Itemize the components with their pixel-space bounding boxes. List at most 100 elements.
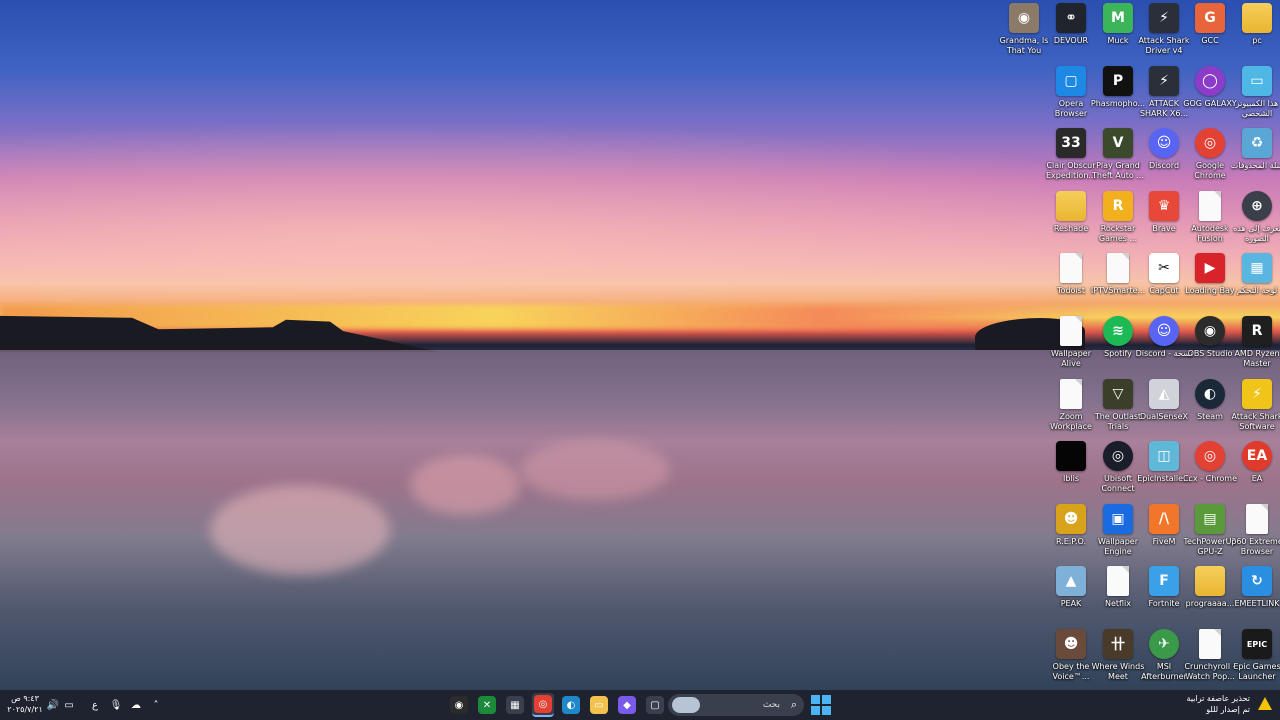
app-icon: ▲: [1056, 566, 1086, 597]
app-icon: [1246, 503, 1268, 534]
app-icon: ▣: [1103, 503, 1133, 534]
app-icon: ♛: [1149, 190, 1179, 221]
system-clock[interactable]: ٩:٤٣ ص ٢٠٢٥/٧/٢١: [6, 693, 44, 715]
app-icon: R: [1242, 316, 1272, 346]
explorer-icon: ▭: [590, 696, 608, 714]
xbox-icon: ✕: [478, 696, 496, 714]
app-icon: 卄: [1103, 629, 1133, 659]
app-icon: ◎: [1195, 441, 1225, 472]
app-icon: ☺: [1149, 128, 1179, 159]
desktop-icon-label: Reshade: [1053, 223, 1089, 233]
app-icon: ♻: [1242, 128, 1272, 159]
app-icon: [1195, 566, 1225, 597]
app-icon: /\: [1149, 503, 1179, 534]
display-icon[interactable]: ▭: [62, 698, 76, 712]
desktop-icon[interactable]: ☻ R.E.P.O.: [1043, 503, 1099, 564]
taskbar-app-obs[interactable]: ◉: [448, 694, 470, 716]
mic-icon[interactable]: 🎙: [109, 698, 123, 712]
app-icon: ▽: [1103, 378, 1133, 409]
app-icon: ≋: [1103, 316, 1133, 346]
windows-logo-icon: [822, 706, 831, 715]
task-view-icon: ▢: [646, 696, 664, 714]
taskbar-app-edge[interactable]: ◐: [560, 694, 582, 716]
app-icon: [1242, 3, 1272, 33]
app-icon: ◉: [1009, 3, 1039, 33]
app-icon: [1199, 629, 1221, 659]
copilot-icon: ◆: [618, 696, 636, 714]
app-icon: ▦: [1242, 253, 1272, 284]
app-icon: EA: [1242, 441, 1272, 472]
app-icon: ✂: [1149, 253, 1179, 284]
taskbar-app-chrome[interactable]: ◎: [532, 693, 554, 717]
app-icon: ⚡: [1149, 3, 1179, 33]
app-icon: ◭: [1149, 378, 1179, 409]
taskbar-app-copilot[interactable]: ◆: [616, 694, 638, 716]
app-icon: ◎: [1103, 441, 1133, 472]
app-icon: EPIC: [1242, 629, 1272, 659]
warning-icon[interactable]: [1258, 697, 1272, 710]
app-icon: ▭: [1242, 65, 1272, 96]
desktop-icon[interactable]: Todoist: [1043, 253, 1099, 313]
desktop-icon-label: Opera Browser: [1054, 98, 1088, 118]
app-icon: [1107, 566, 1129, 597]
taskbar-app-xbox[interactable]: ✕: [476, 694, 498, 716]
clock-time: ٩:٤٣ ص: [11, 694, 39, 703]
desktop-icon-label: Clair Obscur Expedition...: [1045, 161, 1097, 181]
desktop-icon[interactable]: Wallpaper Alive: [1043, 316, 1099, 376]
desktop-icon-label: Todoist: [1057, 286, 1085, 296]
start-button[interactable]: [811, 695, 831, 715]
language-indicator[interactable]: ع: [88, 698, 102, 712]
app-icon: ☺: [1149, 316, 1179, 346]
taskbar-app-store[interactable]: ▦: [504, 694, 526, 716]
desktop-icon[interactable]: Reshade: [1043, 190, 1099, 251]
app-icon: ☻: [1056, 629, 1086, 659]
desktop-icon[interactable]: ▲ PEAK: [1043, 566, 1099, 626]
store-icon: ▦: [506, 696, 524, 714]
search-placeholder: بحث: [762, 700, 780, 710]
app-icon: ▢: [1056, 65, 1086, 96]
app-icon: ⚡: [1149, 65, 1179, 96]
desktop-icon[interactable]: ☻ Obey the Voice™...: [1043, 629, 1099, 689]
search-highlight-icon: [672, 697, 700, 713]
app-icon: [1199, 190, 1221, 221]
desktop-icon[interactable]: Zoom Workplace: [1043, 378, 1099, 439]
taskbar-app-explorer[interactable]: ▭: [588, 694, 610, 716]
desktop-icon-label: Grandma, Is That You: [999, 36, 1049, 55]
taskbar-app-task-view[interactable]: ▢: [644, 694, 666, 716]
desktop-icon[interactable]: 33 Clair Obscur Expedition...: [1043, 128, 1099, 188]
app-icon: [1060, 253, 1082, 284]
weather-alert-subtitle: تم إصدار لللو: [1206, 705, 1250, 714]
weather-alert-title: تحذير عاصفة ترابية: [1186, 694, 1250, 703]
app-icon: P: [1103, 65, 1133, 96]
taskbar-pinned-apps: ◉ ✕ ▦ ◎ ◐ ▭ ◆ ▢: [448, 693, 666, 717]
speaker-icon[interactable]: 🔊: [46, 698, 60, 712]
app-icon: ◫: [1149, 441, 1179, 472]
app-icon: ⚡: [1242, 378, 1272, 409]
desktop-icon[interactable]: ▢ Opera Browser: [1043, 65, 1099, 126]
app-icon: F: [1149, 566, 1179, 597]
desktop-icon-label: Obey the Voice™...: [1052, 662, 1090, 681]
windows-logo-icon: [811, 695, 820, 704]
app-icon: ☻: [1056, 503, 1086, 534]
app-icon: 33: [1056, 128, 1086, 159]
desktop-icon-label: Zoom Workplace: [1050, 411, 1092, 431]
desktop-icon[interactable]: Iblis: [1043, 441, 1099, 501]
app-icon: M: [1103, 3, 1133, 33]
windows-logo-icon: [811, 706, 820, 715]
app-icon: [1056, 190, 1086, 221]
weather-widget[interactable]: تحذير عاصفة ترابية تم إصدار لللو: [1140, 693, 1250, 715]
chevron-up-icon[interactable]: ˄: [149, 698, 163, 712]
desktop-icon[interactable]: ◉ Grandma, Is That You: [996, 3, 1052, 63]
app-icon: V: [1103, 128, 1133, 159]
desktop-icon-label: Iblis: [1062, 474, 1080, 484]
desktop-icon-label: Wallpaper Alive: [1050, 349, 1091, 368]
chrome-icon: ◎: [534, 695, 552, 713]
desktop-icon-label: R.E.P.O.: [1055, 536, 1087, 546]
desktop-icon-label: PEAK: [1060, 599, 1082, 609]
app-icon: [1107, 253, 1129, 284]
app-icon: ◐: [1195, 378, 1225, 409]
app-icon: [1060, 316, 1082, 346]
obs-icon: ◉: [450, 696, 468, 714]
onedrive-icon[interactable]: ☁: [129, 698, 143, 712]
taskbar-search-box[interactable]: بحث ⌕: [668, 694, 804, 716]
